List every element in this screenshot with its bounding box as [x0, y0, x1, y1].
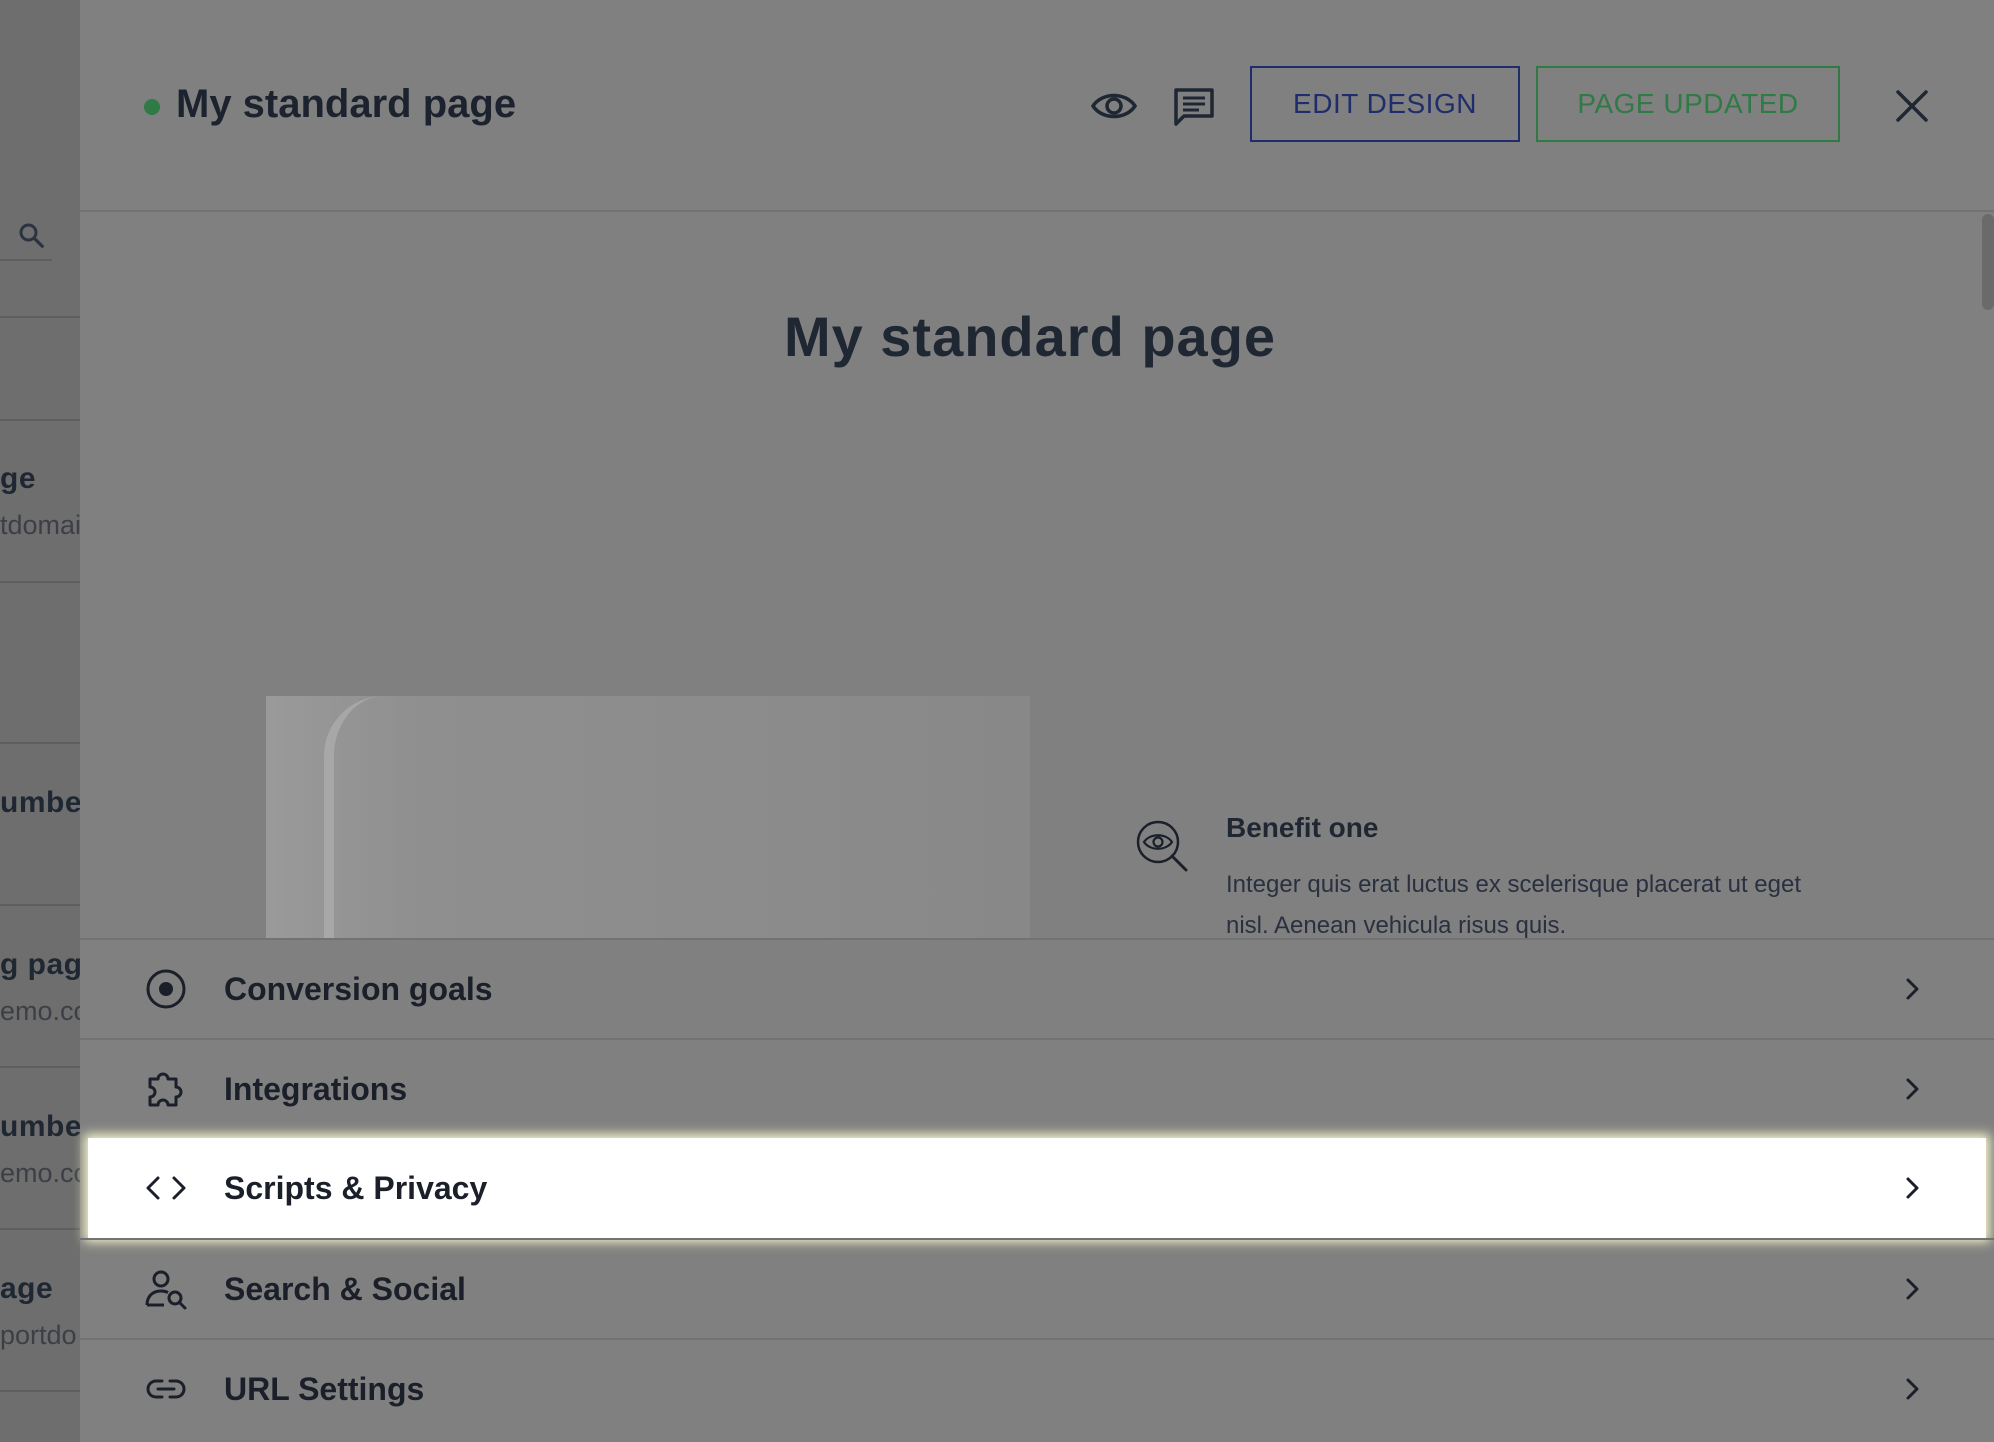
divider: [0, 1390, 80, 1392]
divider: [0, 1228, 80, 1230]
puzzle-icon: [144, 1067, 188, 1111]
benefit-text: Integer quis erat luctus ex scelerisque …: [1226, 871, 1801, 938]
divider: [0, 1066, 80, 1068]
page-preview: My standard page Benefit one Integer qui…: [80, 212, 1994, 938]
settings-item-label: URL Settings: [224, 1370, 425, 1407]
list-item[interactable]: umbe emo.co: [0, 1110, 80, 1189]
page-updated-button[interactable]: PAGE UPDATED: [1536, 66, 1840, 142]
list-item-title: age: [0, 1272, 54, 1305]
list-item[interactable]: ge tdomai: [0, 462, 80, 541]
chevron-right-icon: [1898, 1174, 1926, 1202]
close-icon[interactable]: [1888, 82, 1936, 130]
divider: [0, 316, 80, 318]
background-page-list: ge tdomai umbe g page emo.co umbe emo.co…: [0, 0, 80, 1442]
user-search-icon: [144, 1267, 188, 1311]
list-item[interactable]: umbe: [0, 786, 80, 820]
settings-item-label: Scripts & Privacy: [224, 1169, 488, 1206]
settings-item-scripts-privacy[interactable]: Scripts & Privacy: [88, 1138, 1986, 1238]
list-item-subtitle: tdomai: [0, 510, 80, 540]
divider: [0, 904, 80, 906]
list-item-subtitle: emo.co: [0, 1158, 80, 1188]
list-item[interactable]: g page emo.co: [0, 948, 80, 1027]
eye-icon[interactable]: [1088, 80, 1140, 132]
chevron-right-icon: [1898, 1375, 1926, 1403]
list-item-title: ge: [0, 462, 37, 495]
preview-heading: My standard page: [783, 305, 1277, 368]
chevron-right-icon: [1898, 1275, 1926, 1303]
settings-item-label: Integrations: [224, 1070, 408, 1107]
settings-item-integrations[interactable]: Integrations: [80, 1038, 1994, 1138]
chevron-right-icon: [1898, 1075, 1926, 1103]
eye-search-icon: [1134, 818, 1190, 874]
settings-item-url-settings[interactable]: URL Settings: [80, 1338, 1994, 1438]
edit-design-button[interactable]: EDIT DESIGN: [1250, 66, 1520, 142]
page-title: My standard page: [176, 82, 517, 126]
link-icon: [144, 1367, 188, 1411]
image-decoration: [324, 696, 414, 938]
preview-scrollbar[interactable]: [1982, 214, 1994, 310]
settings-item-label: Conversion goals: [224, 970, 493, 1007]
benefit-title: Benefit one: [1226, 812, 1379, 843]
page-detail-panel: My standard page EDIT DESIGN PAGE UPDATE…: [80, 0, 1994, 1442]
divider: [0, 742, 80, 744]
search-underline: [0, 259, 52, 261]
settings-item-conversion-goals[interactable]: Conversion goals: [80, 938, 1994, 1038]
list-item-title: umbe: [0, 1110, 80, 1143]
search-icon[interactable]: [16, 220, 52, 256]
settings-item-search-social[interactable]: Search & Social: [80, 1238, 1994, 1338]
target-icon: [144, 967, 188, 1011]
list-item[interactable]: age portdo: [0, 1272, 77, 1351]
list-item-subtitle: portdo: [0, 1320, 77, 1350]
status-indicator: [144, 99, 160, 115]
list-item-subtitle: emo.co: [0, 996, 80, 1026]
list-item-title: g page: [0, 948, 80, 981]
preview-image: [266, 696, 1030, 938]
comment-icon[interactable]: [1168, 80, 1220, 132]
divider: [0, 581, 80, 583]
divider: [0, 419, 80, 421]
list-item-title: umbe: [0, 786, 80, 819]
code-icon: [144, 1166, 188, 1210]
chevron-right-icon: [1898, 975, 1926, 1003]
panel-header: My standard page EDIT DESIGN PAGE UPDATE…: [80, 0, 1994, 212]
settings-item-label: Search & Social: [224, 1270, 466, 1307]
settings-list: Conversion goals Integrations Scripts & …: [80, 938, 1994, 1438]
